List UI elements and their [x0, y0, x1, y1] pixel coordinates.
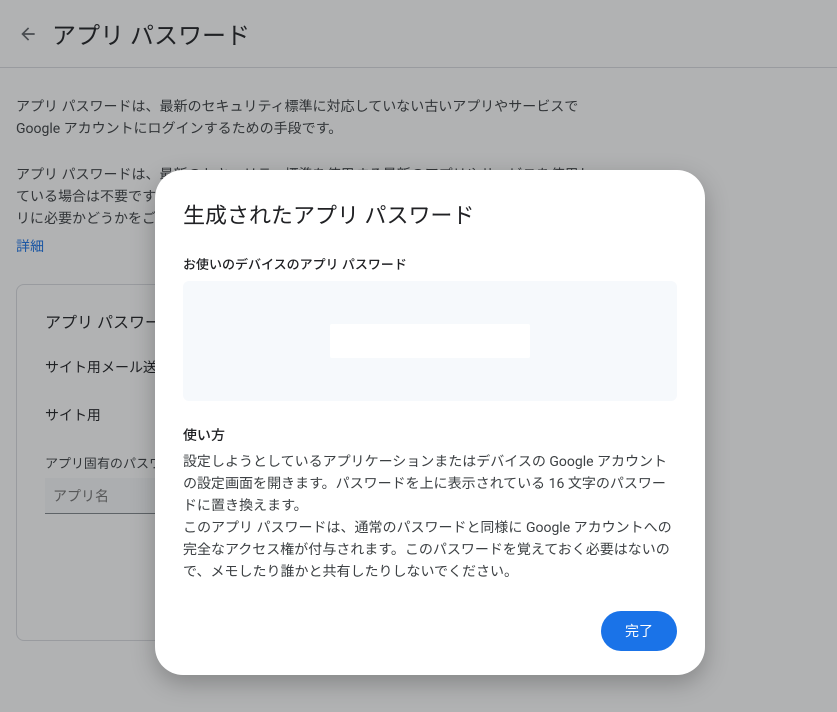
generated-password-value[interactable]	[330, 324, 530, 358]
generated-password-box	[183, 281, 677, 401]
generated-password-dialog: 生成されたアプリ パスワード お使いのデバイスのアプリ パスワード 使い方 設定…	[155, 170, 705, 675]
dialog-subtitle: お使いのデバイスのアプリ パスワード	[183, 254, 677, 273]
dialog-title: 生成されたアプリ パスワード	[183, 198, 677, 230]
done-button[interactable]: 完了	[601, 611, 677, 651]
howto-body: 設定しようとしているアプリケーションまたはデバイスの Google アカウントの…	[183, 451, 677, 583]
howto-title: 使い方	[183, 425, 677, 445]
